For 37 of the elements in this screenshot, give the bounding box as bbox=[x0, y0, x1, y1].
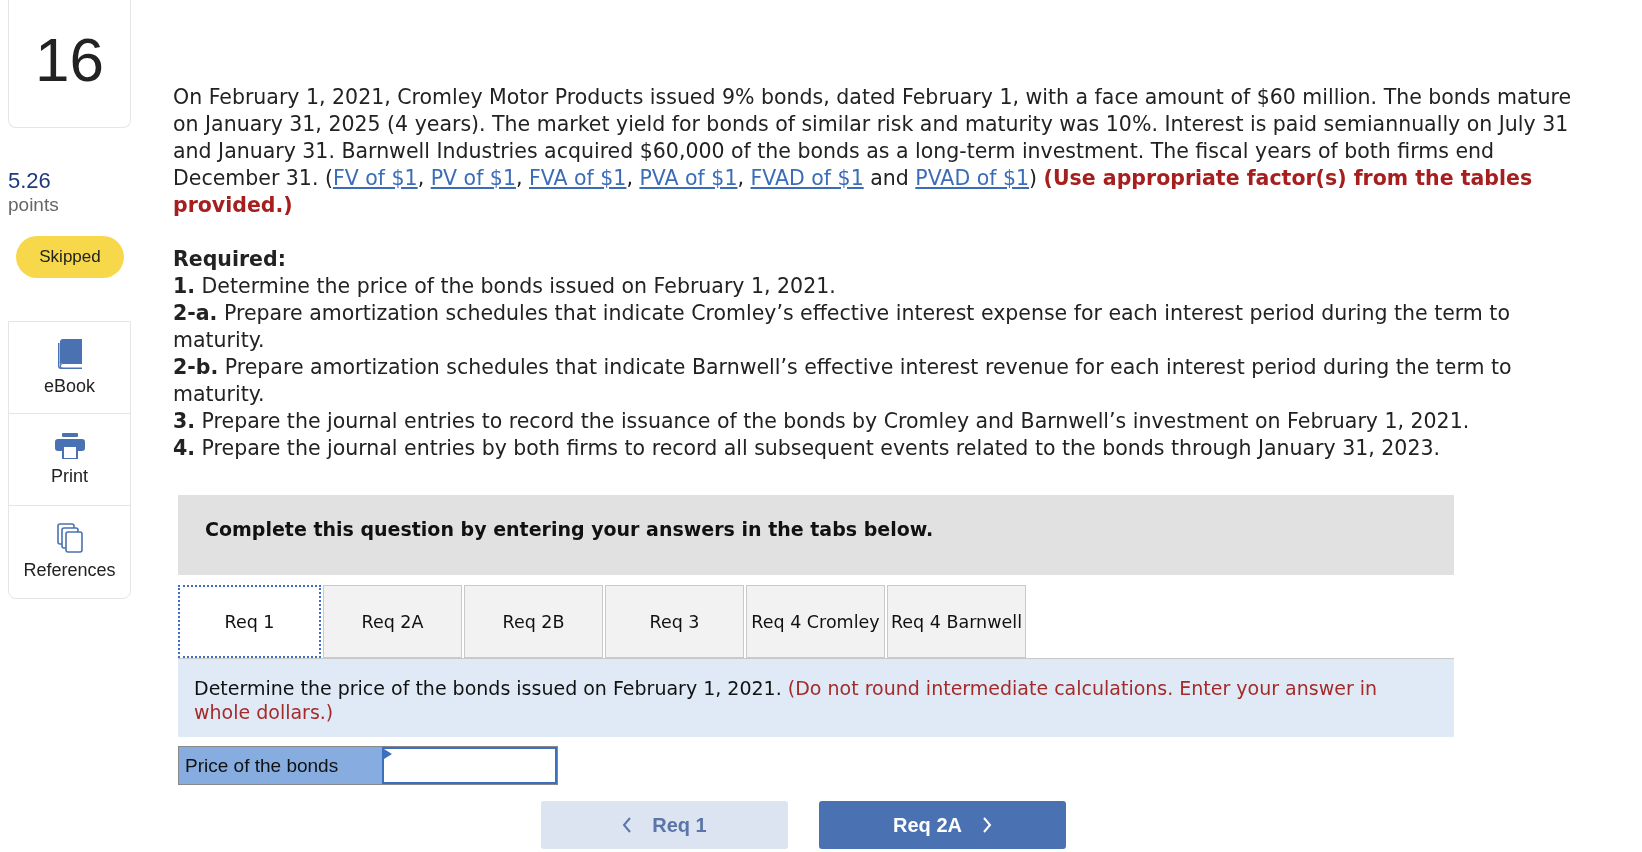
requirement-text: 3. Prepare the journal entries to record the issuance of the bonds by Cromley and Barnwell’s investment on February 1, 2021. bbox=[173, 408, 1471, 435]
tab[interactable]: Req 4 Barnwell bbox=[887, 585, 1026, 658]
corner-flag-icon bbox=[384, 749, 392, 759]
next-button[interactable]: Req 2A bbox=[819, 801, 1066, 849]
pages-icon bbox=[56, 523, 83, 553]
instruction-text: Complete this question by entering your answers in the tabs below. bbox=[205, 518, 934, 540]
points-value: 5.26 bbox=[8, 168, 51, 193]
table-link[interactable]: PVA of $1 bbox=[639, 166, 738, 190]
status-badge: Skipped bbox=[16, 236, 124, 278]
table-link[interactable]: PVAD of $1 bbox=[915, 166, 1030, 190]
answer-label: Price of the bonds bbox=[179, 747, 382, 784]
tab[interactable]: Req 2B bbox=[464, 585, 603, 658]
references-button[interactable]: References bbox=[9, 506, 130, 598]
answer-input[interactable] bbox=[382, 747, 557, 784]
chevron-left-icon bbox=[622, 817, 633, 833]
tab[interactable]: Req 1 bbox=[178, 585, 321, 658]
table-link[interactable]: FV of $1 bbox=[332, 166, 418, 190]
chevron-right-icon bbox=[981, 817, 992, 833]
requirement-text: 2-a. Prepare amortization schedules that indicate Cromley’s effective interest expense for each interest period during the term to maturity. bbox=[173, 300, 1511, 354]
question-number: 16 bbox=[35, 28, 104, 91]
printer-icon bbox=[54, 432, 85, 459]
tab[interactable]: Req 2A bbox=[323, 585, 462, 658]
table-link[interactable]: FVA of $1 bbox=[529, 166, 627, 190]
table-link[interactable]: FVAD of $1 bbox=[750, 166, 864, 190]
book-icon bbox=[56, 338, 83, 369]
problem-text: On February 1, 2021, Cromley Motor Products issued 9% bonds, dated February 1, with a face amount of $60 million. The bonds mature on January 31, 2025 (4 years). The market yield for bonds of similar risk and maturity was 10%. Interest is paid semiannually on July 31 and January 31. Barnwell Industries acquired $60,000 of the bonds as a long-term investment. The fiscal years of both firms end December 31. (FV of $1, PV of $1, FVA of $1, PVA of $1, FVAD of $1 and PVAD of $1) (Use appropriate factor(s) from the tables provided.) bbox=[173, 84, 1573, 219]
table-link[interactable]: PV of $1 bbox=[430, 166, 516, 190]
prompt-text: Determine the price of the bonds issued on February 1, 2021. (Do not round intermediate calculations. Enter your answer in whole dollars.) bbox=[194, 676, 1379, 724]
requirement-text: 1. Determine the price of the bonds issued on February 1, 2021. bbox=[173, 273, 837, 300]
required-heading: Required: bbox=[173, 246, 287, 273]
tab[interactable]: Req 4 Cromley bbox=[746, 585, 885, 658]
ebook-button[interactable]: eBook bbox=[9, 322, 130, 414]
points-label: points bbox=[8, 193, 59, 217]
print-button[interactable]: Print bbox=[9, 414, 130, 506]
requirement-text: 2-b. Prepare amortization schedules that indicate Barnwell’s effective interest revenue for each interest period during the term to maturity. bbox=[173, 354, 1513, 408]
tab[interactable]: Req 3 bbox=[605, 585, 744, 658]
requirement-text: 4. Prepare the journal entries by both firms to record all subsequent events related to the bonds through January 31, 2023. bbox=[173, 435, 1441, 462]
